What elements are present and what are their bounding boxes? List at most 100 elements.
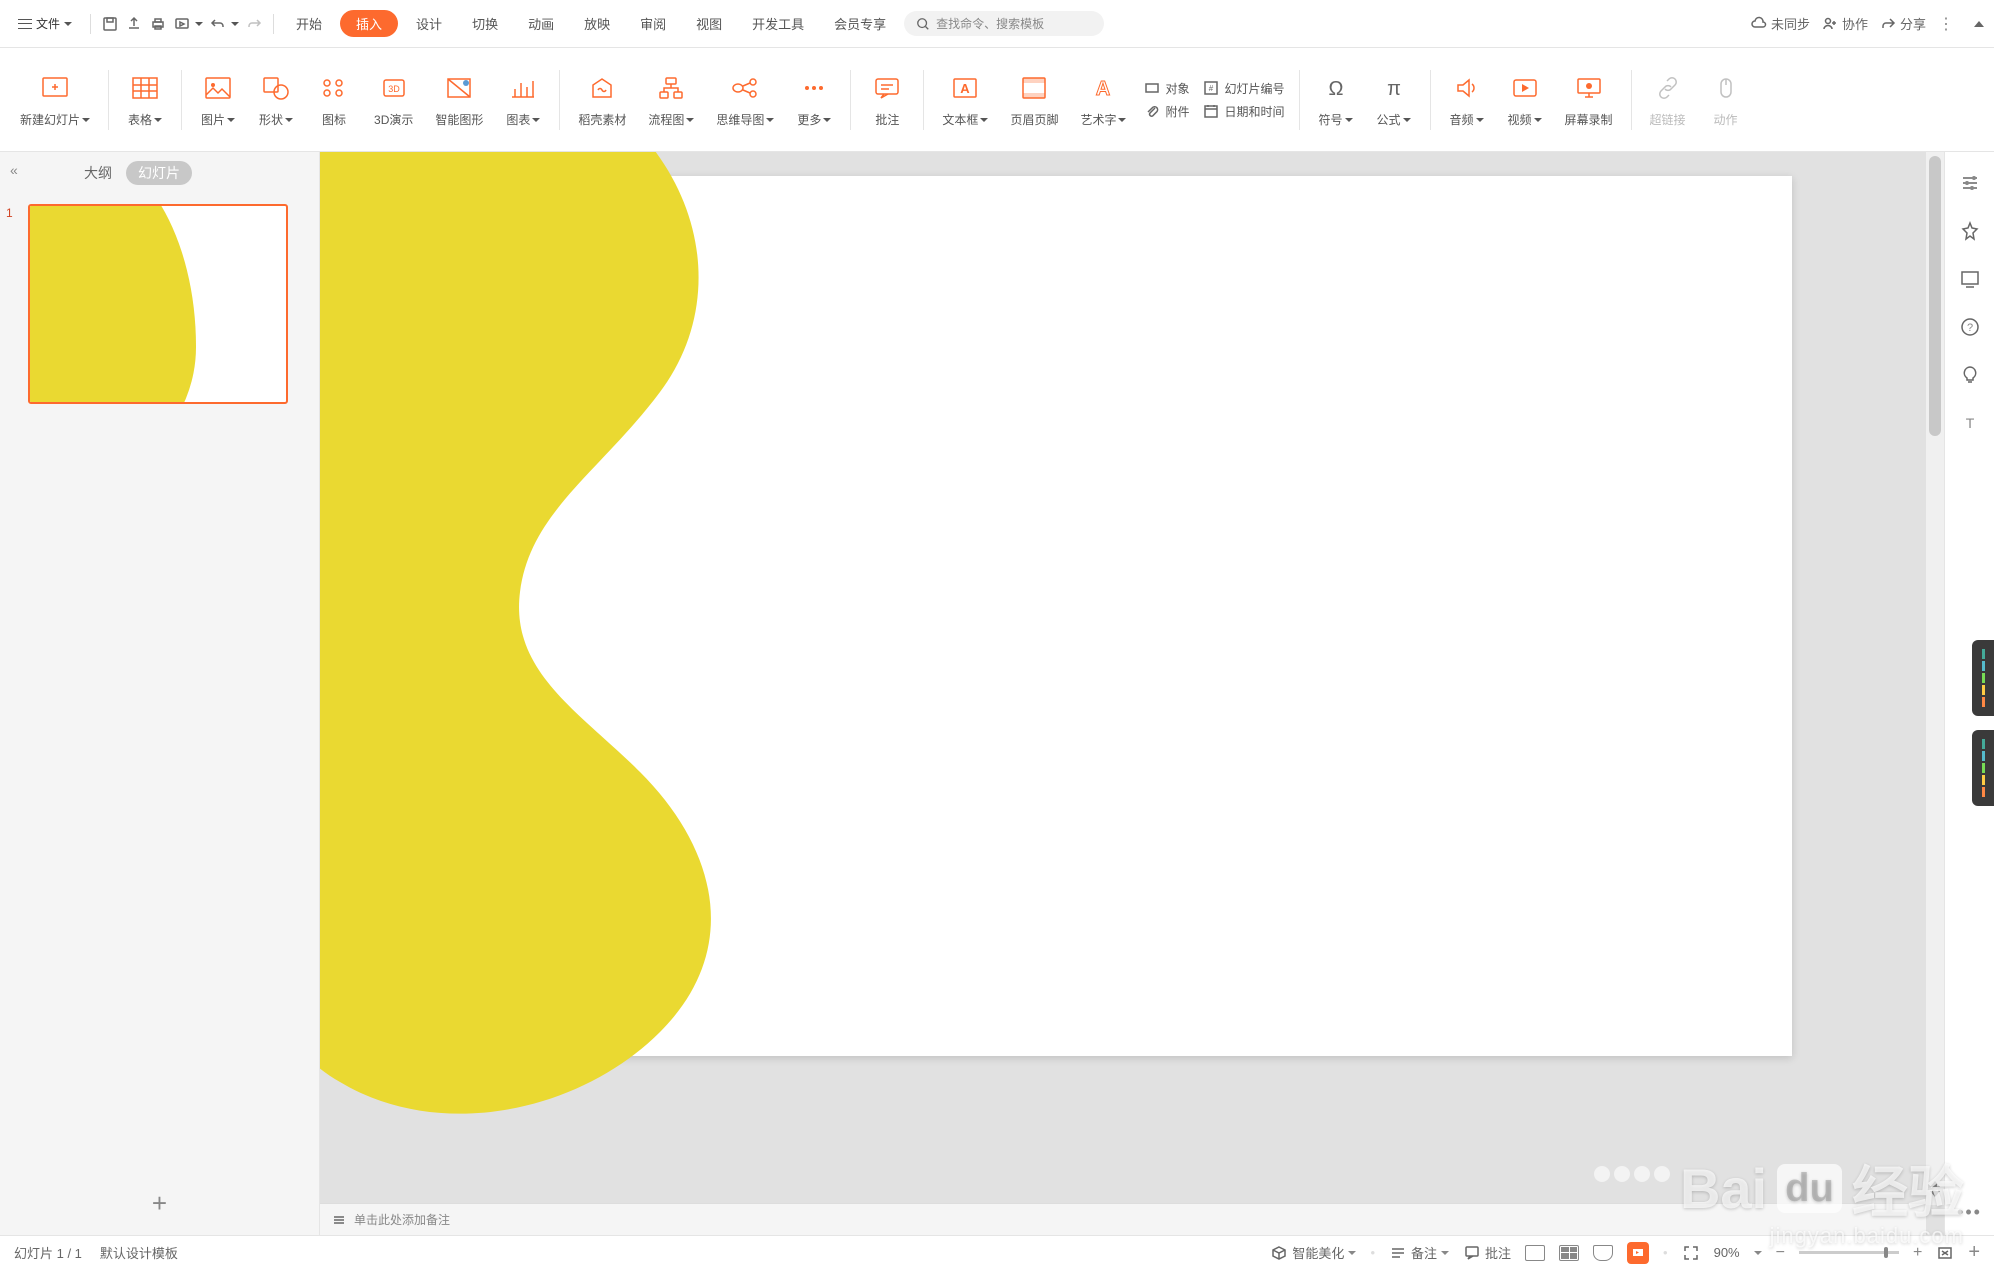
caret-icon[interactable] bbox=[231, 22, 239, 26]
notes-toggle-button[interactable]: 备注 bbox=[1389, 1243, 1449, 1262]
table-button[interactable]: 表格 bbox=[117, 67, 173, 132]
play-button[interactable] bbox=[1627, 1242, 1649, 1264]
redo-icon[interactable] bbox=[245, 15, 263, 33]
sidebar-more-icon[interactable]: ••• bbox=[1957, 1202, 1982, 1223]
search-box[interactable]: 查找命令、搜索模板 bbox=[904, 11, 1104, 36]
sorter-view-button[interactable] bbox=[1559, 1245, 1579, 1261]
tab-insert[interactable]: 插入 bbox=[340, 10, 398, 37]
new-slide-button[interactable]: 新建幻灯片 bbox=[10, 67, 100, 132]
undo-icon[interactable] bbox=[209, 15, 227, 33]
scrollbar-thumb[interactable] bbox=[1929, 156, 1941, 436]
zoom-label[interactable]: 90% bbox=[1714, 1245, 1740, 1260]
pi-icon: π bbox=[1377, 71, 1411, 105]
tab-start[interactable]: 开始 bbox=[284, 10, 334, 37]
caret-icon[interactable] bbox=[1754, 1251, 1762, 1255]
svg-text:#: # bbox=[1209, 84, 1214, 93]
symbol-button[interactable]: Ω 符号 bbox=[1308, 67, 1364, 132]
print-icon[interactable] bbox=[149, 15, 167, 33]
tab-member[interactable]: 会员专享 bbox=[822, 10, 898, 37]
save-icon[interactable] bbox=[101, 15, 119, 33]
sync-button[interactable]: 未同步 bbox=[1751, 14, 1810, 33]
caret-icon bbox=[686, 118, 694, 122]
export-icon[interactable] bbox=[125, 15, 143, 33]
edge-tab-1[interactable] bbox=[1972, 640, 1994, 716]
content-area: « 大纲 幻灯片 1 + bbox=[0, 152, 1994, 1235]
separator bbox=[1631, 70, 1632, 130]
annotate-label: 批注 bbox=[875, 111, 899, 128]
scroll-down-icon[interactable] bbox=[1930, 1191, 1940, 1201]
zoom-out-button[interactable]: − bbox=[1776, 1244, 1785, 1262]
tab-devtools[interactable]: 开发工具 bbox=[740, 10, 816, 37]
text-icon[interactable]: T bbox=[1959, 412, 1981, 434]
canvas-yellow-shape[interactable] bbox=[320, 152, 880, 1152]
tab-review[interactable]: 审阅 bbox=[628, 10, 678, 37]
flowchart-button[interactable]: 流程图 bbox=[638, 67, 704, 132]
tab-design[interactable]: 设计 bbox=[404, 10, 454, 37]
preview-icon[interactable] bbox=[173, 15, 191, 33]
smartart-button[interactable]: 智能图形 bbox=[425, 67, 493, 132]
tab-animation[interactable]: 动画 bbox=[516, 10, 566, 37]
notes-bar[interactable]: 单击此处添加备注 bbox=[320, 1203, 1926, 1235]
tab-slideshow[interactable]: 放映 bbox=[572, 10, 622, 37]
resource-label: 稻壳素材 bbox=[578, 111, 626, 128]
resource-button[interactable]: 稻壳素材 bbox=[568, 67, 636, 132]
annotate-toggle-label: 批注 bbox=[1485, 1243, 1511, 1262]
headerfooter-button[interactable]: 页眉页脚 bbox=[1000, 67, 1068, 132]
image-button[interactable]: 图片 bbox=[190, 67, 246, 132]
collapse-panel-icon[interactable]: « bbox=[10, 162, 18, 178]
collab-button[interactable]: 协作 bbox=[1822, 14, 1868, 33]
vertical-scrollbar[interactable] bbox=[1926, 152, 1944, 1205]
sparkle-icon[interactable] bbox=[1959, 220, 1981, 242]
more-button[interactable]: 更多 bbox=[786, 67, 842, 132]
normal-view-button[interactable] bbox=[1525, 1245, 1545, 1261]
screenrecord-button[interactable]: 屏幕录制 bbox=[1555, 67, 1623, 132]
tab-view[interactable]: 视图 bbox=[684, 10, 734, 37]
3d-icon: 3D bbox=[377, 71, 411, 105]
attachment-button[interactable]: 附件 bbox=[1144, 103, 1189, 120]
chart-button[interactable]: 图表 bbox=[495, 67, 551, 132]
3d-button[interactable]: 3D 3D演示 bbox=[364, 67, 423, 132]
tab-transition[interactable]: 切换 bbox=[460, 10, 510, 37]
slide-thumbnail-1[interactable] bbox=[28, 204, 288, 404]
scroll-up-icon[interactable] bbox=[1930, 1177, 1940, 1187]
share-button[interactable]: 分享 bbox=[1880, 14, 1926, 33]
textbox-button[interactable]: A 文本框 bbox=[932, 67, 998, 132]
icon-button[interactable]: 图标 bbox=[306, 67, 362, 132]
insert-group: 对象 附件 bbox=[1138, 80, 1195, 120]
mindmap-button[interactable]: 思维导图 bbox=[706, 67, 784, 132]
video-button[interactable]: 视频 bbox=[1497, 67, 1553, 132]
template-icon[interactable] bbox=[1959, 268, 1981, 290]
caret-icon bbox=[154, 118, 162, 122]
slides-tab[interactable]: 幻灯片 bbox=[126, 161, 192, 185]
edge-tab-2[interactable] bbox=[1972, 730, 1994, 806]
zoom-in-button[interactable]: + bbox=[1913, 1244, 1922, 1262]
annotate-button[interactable]: 批注 bbox=[859, 67, 915, 132]
shape-button[interactable]: 形状 bbox=[248, 67, 304, 132]
bulb-icon[interactable] bbox=[1959, 364, 1981, 386]
caret-icon bbox=[823, 118, 831, 122]
audio-button[interactable]: 音频 bbox=[1439, 67, 1495, 132]
file-menu[interactable]: 文件 bbox=[10, 11, 80, 36]
slidenumber-button[interactable]: #幻灯片编号 bbox=[1203, 80, 1284, 97]
help-icon[interactable]: ? bbox=[1959, 316, 1981, 338]
fit-page-icon[interactable] bbox=[1936, 1244, 1954, 1262]
smart-beautify-button[interactable]: 智能美化 bbox=[1270, 1243, 1356, 1262]
add-button[interactable]: + bbox=[1968, 1241, 1980, 1264]
fit-icon[interactable] bbox=[1682, 1244, 1700, 1262]
more-icon[interactable]: ⋮ bbox=[1938, 14, 1954, 34]
add-slide-button[interactable]: + bbox=[152, 1188, 167, 1219]
zoom-slider[interactable] bbox=[1799, 1251, 1899, 1254]
outline-tab[interactable]: 大纲 bbox=[84, 163, 112, 183]
template-label: 默认设计模板 bbox=[100, 1243, 178, 1262]
more-label: 更多 bbox=[797, 111, 821, 128]
formula-button[interactable]: π 公式 bbox=[1366, 67, 1422, 132]
datetime-button[interactable]: 日期和时间 bbox=[1203, 103, 1284, 120]
object-button[interactable]: 对象 bbox=[1144, 80, 1189, 97]
collapse-ribbon-icon[interactable] bbox=[1974, 21, 1984, 27]
annotate-toggle-button[interactable]: 批注 bbox=[1463, 1243, 1511, 1262]
reading-view-button[interactable] bbox=[1593, 1245, 1613, 1261]
object-icon bbox=[1144, 80, 1160, 96]
settings-slider-icon[interactable] bbox=[1959, 172, 1981, 194]
wordart-button[interactable]: A 艺术字 bbox=[1070, 67, 1136, 132]
caret-icon[interactable] bbox=[195, 22, 203, 26]
